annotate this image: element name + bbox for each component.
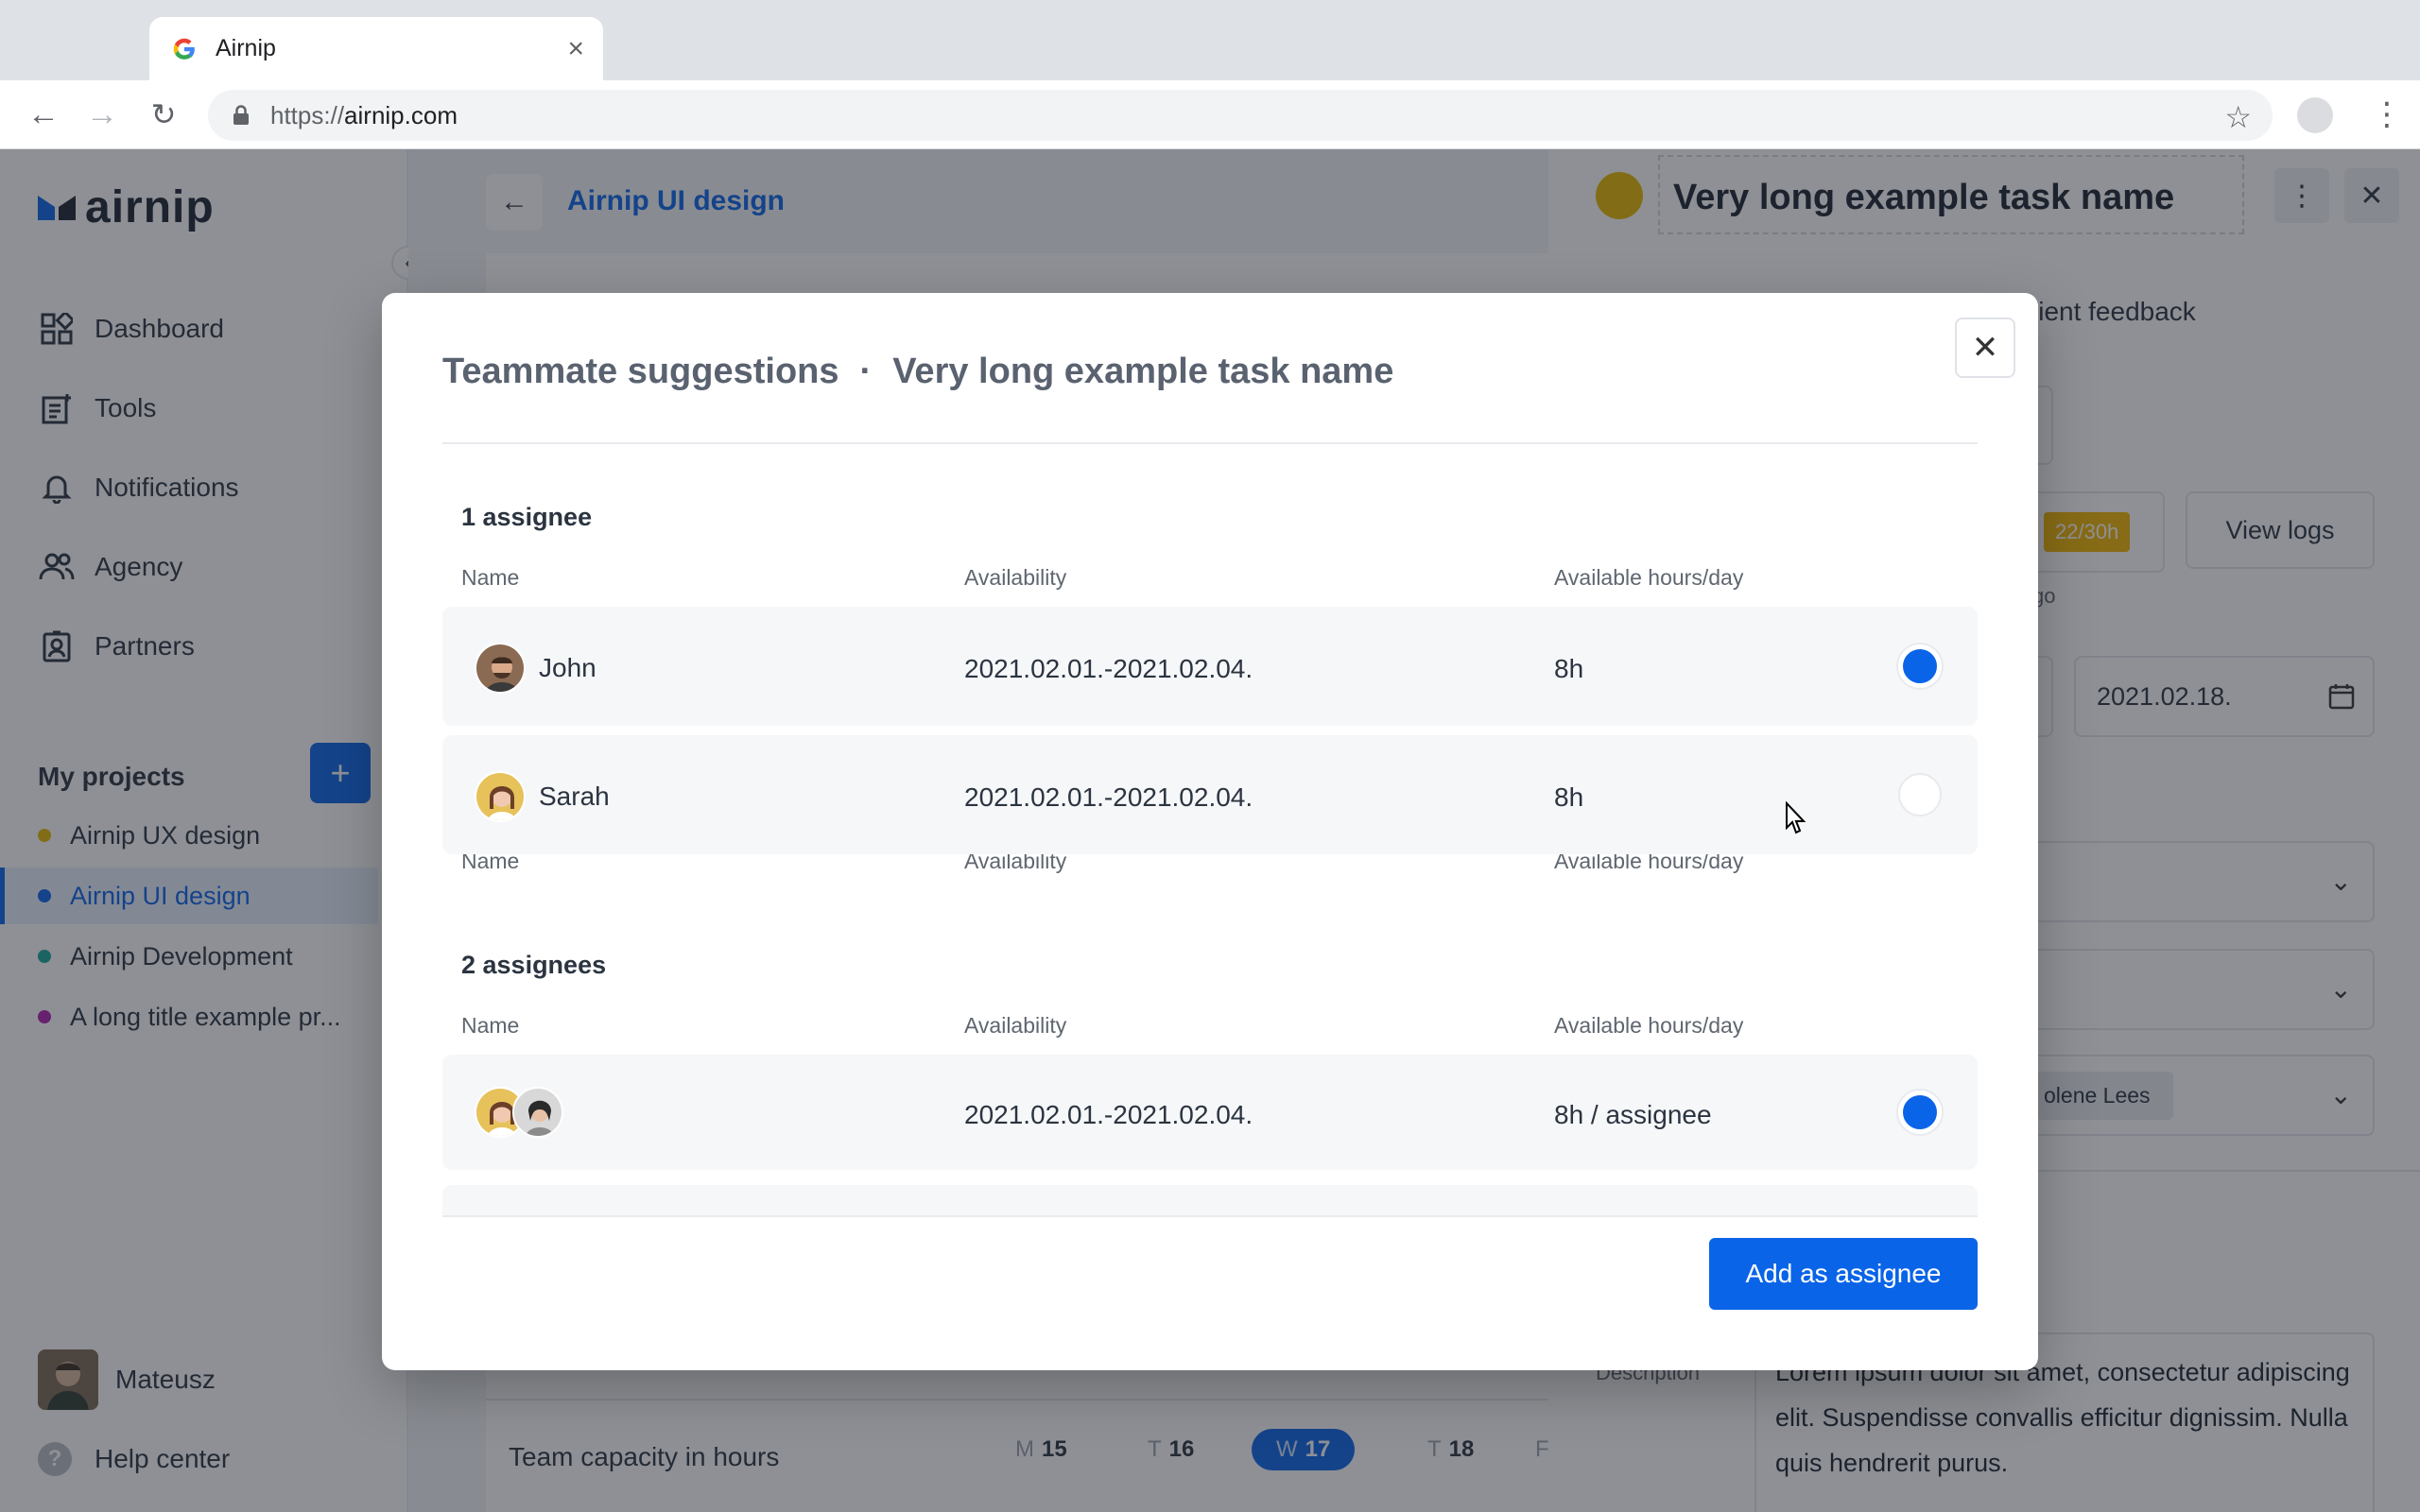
hours-value: 8h (1554, 782, 1584, 812)
avatar (475, 771, 526, 822)
column-header-availability: Availability (964, 1013, 1067, 1038)
group-title: 2 assignees (461, 951, 607, 979)
suggestion-row[interactable] (442, 1185, 1978, 1215)
availability-value: 2021.02.01.-2021.02.04. (964, 1100, 1253, 1129)
hours-value: 8h / assignee (1554, 1100, 1712, 1129)
add-as-assignee-button[interactable]: Add as assignee (1709, 1238, 1978, 1310)
availability-value: 2021.02.01.-2021.02.04. (964, 782, 1253, 812)
bookmark-star-icon[interactable]: ☆ (2224, 99, 2252, 135)
suggestions-list[interactable]: 1 assignee Name Availability Available h… (442, 444, 1978, 1217)
forward-arrow-icon[interactable]: → (85, 96, 119, 132)
tab-title: Airnip (216, 35, 276, 61)
assignee-name: Sarah (475, 771, 610, 822)
browser-menu-icon[interactable]: ⋮ (2371, 97, 2403, 131)
back-arrow-icon[interactable]: ← (26, 96, 60, 132)
lock-icon (233, 105, 249, 125)
select-radio[interactable] (1898, 644, 1942, 688)
column-header-name: Name (461, 1013, 520, 1038)
select-radio[interactable] (1898, 1091, 1942, 1134)
browser-tabstrip: Airnip × (0, 0, 2420, 80)
column-header-hours: Available hours/day (1554, 1013, 1744, 1038)
close-modal-icon[interactable]: ✕ (1955, 318, 2015, 378)
suggestion-row[interactable]: Sarah 2021.02.01.-2021.02.04. 8h (442, 735, 1978, 854)
url-text: https://airnip.com (270, 100, 458, 129)
avatar (512, 1087, 563, 1138)
profile-avatar[interactable] (2297, 97, 2333, 133)
mouse-cursor-icon (1786, 801, 1806, 834)
avatar (475, 643, 526, 694)
address-bar[interactable]: https://airnip.com ☆ (208, 90, 2273, 141)
select-radio[interactable] (1898, 773, 1942, 816)
availability-value: 2021.02.01.-2021.02.04. (964, 654, 1253, 683)
hours-value: 8h (1554, 654, 1584, 683)
suggestion-row[interactable]: 2021.02.01.-2021.02.04. 8h / assignee (442, 1055, 1978, 1170)
column-header-name: Name (461, 565, 520, 590)
assignee-avatars (475, 1087, 563, 1138)
assignee-name: John (475, 643, 596, 694)
column-header-availability: Availability (964, 565, 1067, 590)
column-header-hours: Available hours/day (1554, 565, 1744, 590)
tab-close-icon[interactable]: × (567, 33, 584, 65)
group-title: 1 assignee (461, 503, 593, 531)
modal-title: Teammate suggestions · Very long example t… (442, 352, 1394, 391)
google-icon (173, 38, 195, 60)
reload-icon[interactable]: ↻ (147, 97, 181, 131)
browser-toolbar: ← → ↻ https://airnip.com ☆ ⋮ (0, 80, 2420, 149)
suggestion-row[interactable]: John 2021.02.01.-2021.02.04. 8h (442, 607, 1978, 726)
browser-tab[interactable]: Airnip × (149, 17, 603, 80)
